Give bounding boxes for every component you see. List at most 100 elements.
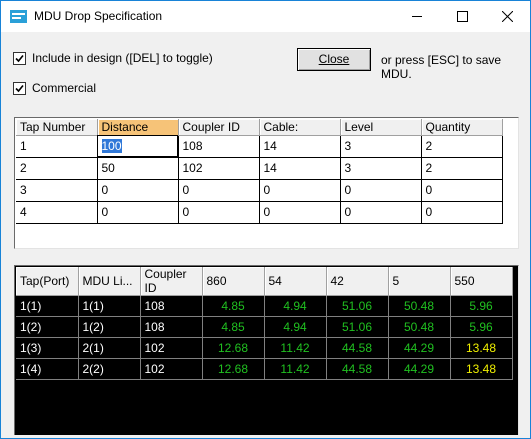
coupler-id-cell: 108 (140, 316, 203, 338)
cable-cell[interactable]: 14 (259, 157, 341, 180)
cable-cell[interactable]: 0 (259, 179, 341, 202)
level-5-cell: 44.29 (388, 337, 451, 359)
col-header-54[interactable]: 54 (264, 267, 327, 296)
distance-cell-editing[interactable]: 100 (97, 134, 179, 158)
mdu-line-cell: 2(1) (78, 337, 141, 359)
include-in-design-checkbox[interactable] (13, 52, 26, 65)
cable-cell[interactable]: 14 (259, 134, 341, 158)
signal-level-table: Tap(Port) MDU Li... Coupler ID 860 54 42… (16, 267, 513, 380)
col-header-860[interactable]: 860 (202, 267, 265, 296)
level-42-cell: 51.06 (326, 316, 389, 338)
coupler-id-cell: 102 (140, 337, 203, 359)
app-icon (10, 10, 27, 23)
col-header-42[interactable]: 42 (326, 267, 389, 296)
quantity-cell[interactable]: 2 (421, 157, 503, 180)
table-row[interactable]: 1(1) 1(1) 108 4.85 4.94 51.06 50.48 5.96 (16, 295, 513, 317)
col-header-tap-number[interactable]: Tap Number (16, 119, 98, 136)
coupler-id-cell[interactable]: 0 (178, 201, 260, 224)
col-header-cable[interactable]: Cable: (259, 119, 341, 136)
quantity-cell[interactable]: 2 (421, 134, 503, 158)
include-in-design-label[interactable]: Include in design ([DEL] to toggle) (32, 51, 213, 65)
table-row[interactable]: 1(3) 2(1) 102 12.68 11.42 44.58 44.29 13… (16, 337, 513, 359)
tap-port-cell: 1(3) (16, 337, 79, 359)
level-42-cell: 51.06 (326, 295, 389, 317)
level-cell[interactable]: 3 (340, 157, 422, 180)
level-cell[interactable]: 0 (340, 201, 422, 224)
signal-level-header-row: Tap(Port) MDU Li... Coupler ID 860 54 42… (16, 267, 513, 296)
col-header-coupler-id[interactable]: Coupler ID (178, 119, 260, 136)
table-row: 2 50 102 14 3 2 (16, 157, 503, 180)
cable-cell[interactable]: 0 (259, 201, 341, 224)
level-550-cell: 13.48 (450, 358, 513, 380)
level-54-cell: 11.42 (264, 337, 327, 359)
level-860-cell: 12.68 (202, 337, 265, 359)
tap-spec-header-row: Tap Number Distance Coupler ID Cable: Le… (16, 119, 503, 136)
checkmark-icon (15, 54, 24, 63)
distance-cell[interactable]: 50 (97, 157, 179, 180)
distance-cell[interactable]: 0 (97, 179, 179, 202)
col-header-tap-port[interactable]: Tap(Port) (16, 267, 79, 296)
commercial-label[interactable]: Commercial (32, 81, 96, 95)
level-550-cell: 13.48 (450, 337, 513, 359)
window-title: MDU Drop Specification (34, 9, 163, 23)
table-row[interactable]: 1(2) 1(2) 108 4.85 4.94 51.06 50.48 5.96 (16, 316, 513, 338)
table-row[interactable]: 1(4) 2(2) 102 12.68 11.42 44.58 44.29 13… (16, 358, 513, 380)
mdu-line-cell: 1(1) (78, 295, 141, 317)
maximize-button[interactable] (440, 1, 485, 32)
level-550-cell: 5.96 (450, 316, 513, 338)
tap-number-cell[interactable]: 1 (16, 134, 98, 158)
col-header-quantity[interactable]: Quantity (421, 119, 503, 136)
distance-cell[interactable]: 0 (97, 201, 179, 224)
level-5-cell: 50.48 (388, 316, 451, 338)
distance-edit-value[interactable]: 100 (101, 139, 122, 153)
quantity-cell[interactable]: 0 (421, 201, 503, 224)
table-row: 4 0 0 0 0 0 (16, 201, 503, 224)
commercial-checkbox[interactable] (13, 82, 26, 95)
close-icon (502, 11, 513, 22)
tap-spec-grid[interactable]: Tap Number Distance Coupler ID Cable: Le… (14, 117, 519, 249)
level-cell[interactable]: 0 (340, 179, 422, 202)
minimize-icon (412, 16, 422, 17)
table-row: 3 0 0 0 0 0 (16, 179, 503, 202)
quantity-cell[interactable]: 0 (421, 179, 503, 202)
tap-spec-table: Tap Number Distance Coupler ID Cable: Le… (16, 119, 503, 224)
col-header-coupler-id[interactable]: Coupler ID (140, 267, 203, 296)
level-42-cell: 44.58 (326, 337, 389, 359)
col-header-550[interactable]: 550 (450, 267, 513, 296)
col-header-mdu-line[interactable]: MDU Li... (78, 267, 141, 296)
col-header-distance[interactable]: Distance (97, 119, 179, 136)
close-button[interactable]: Close (297, 48, 371, 71)
mdu-line-cell: 1(2) (78, 316, 141, 338)
level-860-cell: 4.85 (202, 316, 265, 338)
checkmark-icon (15, 84, 24, 93)
tap-number-cell[interactable]: 4 (16, 201, 98, 224)
level-54-cell: 11.42 (264, 358, 327, 380)
level-54-cell: 4.94 (264, 295, 327, 317)
maximize-icon (457, 11, 468, 22)
coupler-id-cell: 108 (140, 295, 203, 317)
col-header-level[interactable]: Level (340, 119, 422, 136)
coupler-id-cell[interactable]: 0 (178, 179, 260, 202)
level-42-cell: 44.58 (326, 358, 389, 380)
mdu-line-cell: 2(2) (78, 358, 141, 380)
signal-level-grid[interactable]: Tap(Port) MDU Li... Coupler ID 860 54 42… (14, 265, 519, 435)
level-5-cell: 44.29 (388, 358, 451, 380)
esc-hint: or press [ESC] to save MDU. (381, 53, 502, 81)
tap-port-cell: 1(4) (16, 358, 79, 380)
level-cell[interactable]: 3 (340, 134, 422, 158)
coupler-id-cell[interactable]: 108 (178, 134, 260, 158)
level-54-cell: 4.94 (264, 316, 327, 338)
tap-port-cell: 1(2) (16, 316, 79, 338)
tap-port-cell: 1(1) (16, 295, 79, 317)
level-550-cell: 5.96 (450, 295, 513, 317)
tap-number-cell[interactable]: 3 (16, 179, 98, 202)
minimize-button[interactable] (395, 1, 440, 32)
col-header-5[interactable]: 5 (388, 267, 451, 296)
coupler-id-cell: 102 (140, 358, 203, 380)
table-row: 1 100 108 14 3 2 (16, 134, 503, 158)
level-5-cell: 50.48 (388, 295, 451, 317)
coupler-id-cell[interactable]: 102 (178, 157, 260, 180)
title-bar[interactable]: MDU Drop Specification (1, 1, 530, 32)
tap-number-cell[interactable]: 2 (16, 157, 98, 180)
window-close-button[interactable] (485, 1, 530, 32)
